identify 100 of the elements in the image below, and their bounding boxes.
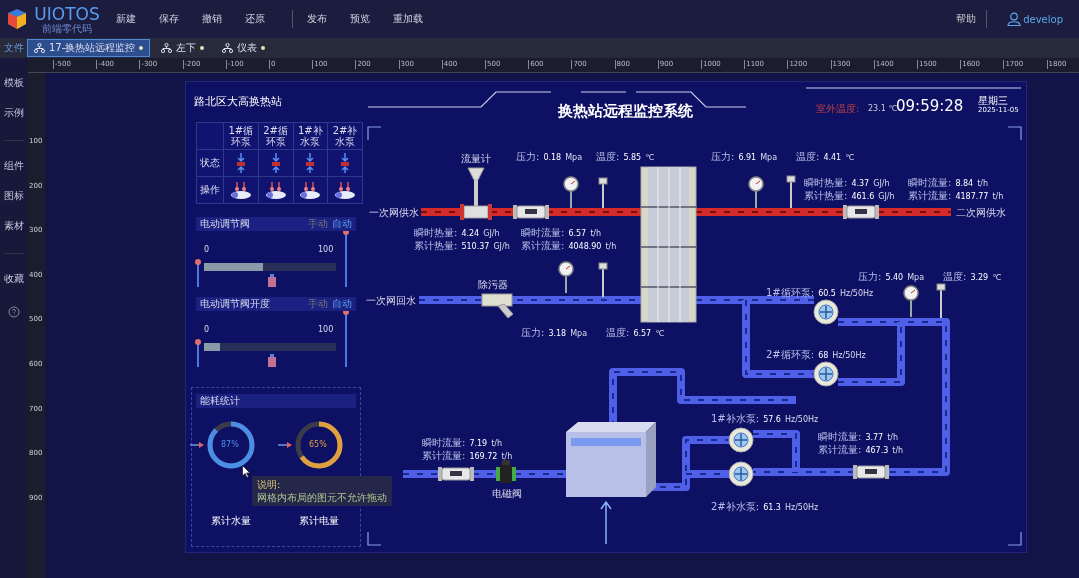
- unsaved-dot: [261, 46, 266, 50]
- pressure-gauge-icon: [558, 261, 574, 294]
- reading-value: 4048.90: [568, 242, 602, 251]
- valve-status-icon: [339, 152, 352, 174]
- valve-icon: [496, 460, 516, 483]
- sidebar-item[interactable]: 收藏: [4, 272, 24, 286]
- pressure-gauge-icon: [748, 176, 764, 209]
- reading-unit: ℃: [655, 329, 665, 338]
- menu-button[interactable]: 发布: [307, 12, 350, 26]
- reading-value: 3.29: [970, 273, 989, 282]
- flow-meter-icon: [843, 205, 879, 219]
- reading-unit: GJ/h: [873, 179, 890, 188]
- user-menu[interactable]: develop: [1001, 11, 1069, 27]
- reading-unit: Hz/50Hz: [839, 289, 874, 298]
- reading-label: 瞬时流量:: [422, 436, 466, 450]
- gauge-value: 87%: [221, 440, 239, 449]
- reading-label: 瞬时流量:: [908, 176, 952, 190]
- reading-label: 累计流量:: [908, 189, 952, 203]
- reading-label: 累计流量:: [521, 239, 565, 253]
- reading-unit: t/h: [501, 452, 513, 461]
- reading-value: 4187.77: [955, 192, 989, 201]
- reading-unit: t/h: [887, 433, 899, 442]
- reading-unit: t/h: [977, 179, 989, 188]
- page-tab[interactable]: 17-换热站远程监控: [27, 39, 151, 57]
- actuator-icon: [266, 354, 278, 368]
- sidebar-item[interactable]: 图标: [4, 189, 24, 203]
- reading-value: 61.3: [763, 503, 781, 512]
- column-header: 2#补水泵: [327, 123, 362, 149]
- station-name: 路北区大高换热站: [194, 94, 282, 109]
- reading-label: 2#循环泵:: [766, 348, 815, 362]
- valve-slider[interactable]: [204, 263, 336, 271]
- reading-label: 累计流量:: [422, 449, 466, 463]
- reading-value: 6.91: [738, 153, 757, 162]
- mode-toggle[interactable]: 自动: [332, 217, 352, 231]
- pump-icon: [728, 427, 754, 453]
- reading-unit: Mpa: [565, 153, 583, 162]
- reading-label: 温度:: [606, 326, 630, 340]
- reading-label: 1#补水泵:: [711, 412, 760, 426]
- pump-status-icon: [228, 180, 253, 200]
- gauge-value: 65%: [309, 440, 327, 449]
- section-title: 能耗统计: [200, 394, 241, 408]
- reading-unit: GJ/h: [493, 242, 510, 251]
- reading-value: 467.3: [865, 446, 889, 455]
- pump-icon: [728, 461, 754, 487]
- reading-value: 8.84: [955, 179, 974, 188]
- reading-unit: ℃: [645, 153, 655, 162]
- pump-icon: [813, 361, 839, 387]
- file-menu[interactable]: 文件: [0, 41, 27, 55]
- hierarchy-icon: [222, 43, 234, 53]
- logo-icon: [6, 8, 28, 30]
- strainer-drawing: [481, 293, 514, 319]
- help-icon[interactable]: [8, 306, 20, 318]
- vertical-slider-icon: [343, 309, 349, 368]
- reading-label: 压力:: [711, 150, 735, 164]
- column-header: 1#补水泵: [292, 123, 328, 149]
- reading-label: 累计热量:: [804, 189, 848, 203]
- page-tab[interactable]: 仪表: [215, 39, 273, 57]
- menu-button[interactable]: 新建: [116, 12, 159, 26]
- menu-button[interactable]: 撤销: [202, 12, 245, 26]
- reading-unit: Mpa: [760, 153, 778, 162]
- sidebar-item[interactable]: 素材: [4, 219, 24, 233]
- pump-icon: [813, 299, 839, 325]
- menu-button[interactable]: 预览: [350, 12, 393, 26]
- column-header: 2#循环泵: [257, 123, 293, 149]
- sidebar-item[interactable]: 模板: [4, 76, 24, 90]
- outdoor-temp-label: 室外温度:: [816, 102, 860, 116]
- valve-slider[interactable]: [204, 343, 336, 351]
- reading-label: 2#补水泵:: [711, 500, 760, 514]
- pipe-label: 一次网回水: [366, 294, 416, 308]
- slider-max: 100: [318, 245, 334, 254]
- clock-time: 09:59:28: [896, 97, 964, 115]
- menu-button[interactable]: 保存: [159, 12, 202, 26]
- reading-unit: GJ/h: [878, 192, 895, 201]
- section-title: 电动调节阀: [200, 217, 251, 231]
- mode-toggle[interactable]: 自动: [332, 297, 352, 311]
- vertical-slider-icon: [195, 339, 201, 368]
- flow-meter-icon: [438, 467, 474, 481]
- weekday: 星期三: [978, 95, 1009, 106]
- reading-label: 温度:: [796, 150, 820, 164]
- inlet-arrow: [600, 500, 612, 545]
- reading-label: 压力:: [858, 270, 882, 284]
- slogan: 前端零代码: [42, 22, 92, 34]
- sidebar-item[interactable]: 组件: [4, 159, 24, 173]
- hierarchy-icon: [161, 43, 173, 53]
- page-tab[interactable]: 左下: [154, 39, 212, 57]
- reading-label: 瞬时流量:: [818, 430, 862, 444]
- reading-label: 瞬时流量:: [521, 226, 565, 240]
- reading-value: 169.72: [469, 452, 498, 461]
- reading-value: 0.18: [543, 153, 562, 162]
- gauge-label: 累计水量: [211, 514, 251, 528]
- menu-button[interactable]: 重加载: [393, 12, 436, 26]
- thermometer-icon: [598, 262, 608, 298]
- device-label: 电磁阀: [492, 487, 522, 501]
- help-link[interactable]: 帮助: [950, 11, 983, 27]
- tooltip-text: 网格内布局的图元不允许拖动: [257, 491, 387, 504]
- menu-button[interactable]: 还原: [245, 12, 288, 26]
- reading-unit: t/h: [605, 242, 617, 251]
- sidebar-item[interactable]: 示例: [4, 106, 24, 120]
- arrow-icon: [278, 442, 292, 448]
- reading-value: 6.57: [633, 329, 652, 338]
